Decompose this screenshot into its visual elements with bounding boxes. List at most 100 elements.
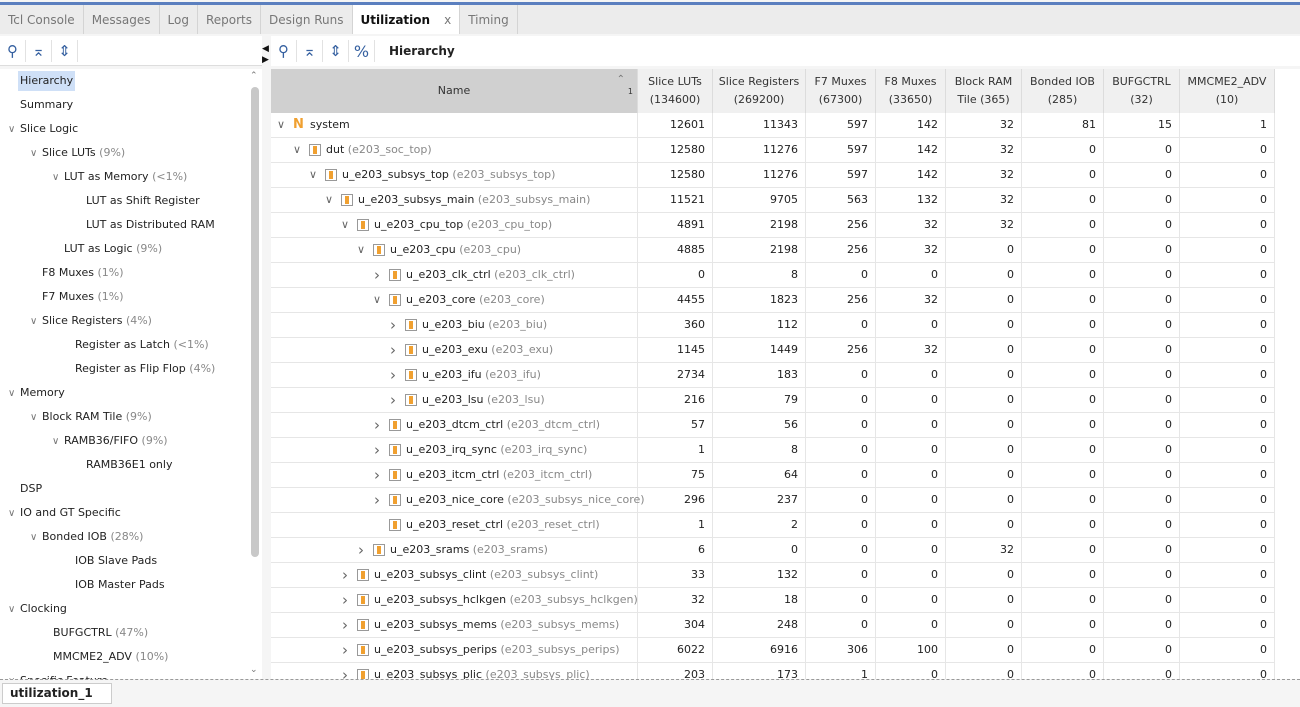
chevron-right-icon[interactable]: › [387, 338, 399, 362]
chevron-right-icon[interactable]: › [387, 313, 399, 337]
table-row[interactable]: › u_e203_subsys_mems (e203_subsys_mems) 30… [271, 613, 1275, 638]
column-header[interactable]: Slice Registers (269200) [713, 69, 806, 113]
chevron-right-icon[interactable]: › [371, 413, 383, 437]
chevron-right-icon[interactable]: › [371, 463, 383, 487]
chevron-down-icon[interactable]: ∨ [30, 144, 42, 164]
tab-timing[interactable]: Timing [460, 5, 518, 34]
tree-item[interactable]: ∨ IO and GT Specific [8, 503, 121, 523]
table-row[interactable]: ∨ u_e203_subsys_top (e203_subsys_top) 1258… [271, 163, 1275, 188]
chevron-down-icon[interactable]: ∨ [8, 384, 20, 404]
chevron-right-icon[interactable]: › [387, 388, 399, 412]
table-row[interactable]: › u_e203_clk_ctrl (e203_clk_ctrl) 0 8 0 0 0 0 0 0 [271, 263, 1275, 288]
chevron-right-icon[interactable]: › [339, 638, 351, 662]
chevron-right-icon[interactable]: › [355, 538, 367, 562]
tree-item[interactable]: IOB Slave Pads [75, 551, 157, 571]
column-header[interactable]: Block RAM Tile (365) [946, 69, 1022, 113]
tree-item[interactable]: LUT as Distributed RAM [86, 215, 215, 235]
chevron-down-icon[interactable]: ∨ [371, 288, 383, 312]
tree-item[interactable]: ∨ Slice LUTs (9%) [30, 143, 125, 163]
column-header[interactable]: F8 Muxes (33650) [876, 69, 946, 113]
table-row[interactable]: › u_e203_irq_sync (e203_irq_sync) 1 8 0 0 0 0 0 0 [271, 438, 1275, 463]
tree-item[interactable]: Register as Flip Flop (4%) [75, 359, 215, 379]
chevron-down-icon[interactable]: ∨ [30, 408, 42, 428]
table-row[interactable]: › u_e203_biu (e203_biu) 360 112 0 0 0 0 0 0 [271, 313, 1275, 338]
chevron-down-icon[interactable]: ∨ [52, 168, 64, 188]
tab-tcl-console[interactable]: Tcl Console [0, 5, 84, 34]
tab-log[interactable]: Log [160, 5, 198, 34]
chevron-down-icon[interactable]: ∨ [307, 163, 319, 187]
chevron-down-icon[interactable]: ∨ [275, 113, 287, 137]
percent-toggle-button[interactable]: % [349, 40, 375, 62]
tab-utilization[interactable]: Utilization x [352, 5, 461, 34]
tree-item[interactable]: ∨Specific Feature [8, 671, 108, 679]
panel-splitter-toggle[interactable]: ◀ ▶ [262, 44, 269, 66]
collapse-all-icon[interactable]: ⌅ [26, 39, 52, 62]
tab-utilization-1[interactable]: utilization_1 [2, 683, 112, 704]
tree-item[interactable]: F8 Muxes (1%) [42, 263, 124, 283]
table-row[interactable]: › u_e203_subsys_perips (e203_subsys_perip… [271, 638, 1275, 663]
left-scrollbar[interactable]: ⌃ ⌄ [249, 69, 261, 679]
tree-item[interactable]: ∨ Slice Logic [8, 119, 78, 139]
column-header[interactable]: MMCME2_ADV (10) [1180, 69, 1275, 113]
expand-all-icon[interactable]: ⇕ [323, 40, 349, 62]
tree-item[interactable]: ∨ Slice Registers (4%) [30, 311, 152, 331]
tree-item[interactable]: ∨ Memory [8, 383, 65, 403]
chevron-right-icon[interactable]: › [371, 263, 383, 287]
tree-item[interactable]: ∨ RAMB36/FIFO (9%) [52, 431, 168, 451]
tree-item[interactable]: F7 Muxes (1%) [42, 287, 124, 307]
tree-item[interactable]: ∨ Bonded IOB (28%) [30, 527, 143, 547]
table-row[interactable]: ∨ u_e203_cpu_top (e203_cpu_top) 4891 2198 25… [271, 213, 1275, 238]
chevron-down-icon[interactable]: ∨ [339, 213, 351, 237]
collapse-all-icon[interactable]: ⌅ [297, 40, 323, 62]
column-header[interactable]: Slice LUTs (134600) [638, 69, 713, 113]
chevron-down-icon[interactable]: ∨ [291, 138, 303, 162]
column-header[interactable]: F7 Muxes (67300) [806, 69, 876, 113]
tree-item[interactable]: Hierarchy [18, 71, 76, 91]
table-row[interactable]: › u_e203_ifu (e203_ifu) 2734 183 0 0 0 0 0 0 [271, 363, 1275, 388]
tree-item[interactable]: MMCME2_ADV (10%) [53, 647, 168, 667]
chevron-right-icon[interactable]: › [339, 663, 351, 679]
column-header[interactable]: Name ⌃ 1 [271, 69, 638, 113]
table-row[interactable]: › u_e203_lsu (e203_lsu) 216 79 0 0 0 0 0 0 [271, 388, 1275, 413]
search-icon[interactable]: ⚲ [271, 40, 297, 62]
chevron-right-icon[interactable]: › [339, 563, 351, 587]
table-row[interactable]: ∨ u_e203_cpu (e203_cpu) 4885 2198 256 32 0 0 0 0 [271, 238, 1275, 263]
tree-item[interactable]: Summary [20, 95, 73, 115]
chevron-down-icon[interactable]: ∨ [8, 672, 20, 679]
table-row[interactable]: › u_e203_subsys_plic (e203_subsys_plic) 20… [271, 663, 1275, 679]
column-header[interactable]: Bonded IOB (285) [1022, 69, 1104, 113]
table-row[interactable]: › u_e203_nice_core (e203_subsys_nice_core… [271, 488, 1275, 513]
tree-item[interactable]: ∨ Clocking [8, 599, 67, 619]
tree-item[interactable]: Register as Latch (<1%) [75, 335, 209, 355]
chevron-down-icon[interactable]: ∨ [8, 120, 20, 140]
table-row[interactable]: ∨ Nsystem 12601 11343 597 142 32 81 15 1 [271, 113, 1275, 138]
tree-item[interactable]: IOB Master Pads [75, 575, 165, 595]
table-row[interactable]: › u_e203_dtcm_ctrl (e203_dtcm_ctrl) 57 56 0 0… [271, 413, 1275, 438]
chevron-down-icon[interactable]: ∨ [52, 432, 64, 452]
tab-design-runs[interactable]: Design Runs [261, 5, 353, 34]
chevron-right-icon[interactable]: › [339, 613, 351, 637]
tree-item[interactable]: RAMB36E1 only [86, 455, 172, 475]
chevron-right-icon[interactable]: › [371, 438, 383, 462]
chevron-down-icon[interactable]: ∨ [355, 238, 367, 262]
expand-all-icon[interactable]: ⇕ [52, 39, 78, 62]
table-row[interactable]: u_e203_reset_ctrl (e203_reset_ctrl) 1 2 0 0 0… [271, 513, 1275, 538]
table-row[interactable]: › u_e203_srams (e203_srams) 6 0 0 0 32 0 0 0 [271, 538, 1275, 563]
chevron-down-icon[interactable]: ∨ [30, 312, 42, 332]
table-row[interactable]: ∨ u_e203_subsys_main (e203_subsys_main) 11… [271, 188, 1275, 213]
tree-item[interactable]: ∨ Block RAM Tile (9%) [30, 407, 152, 427]
table-row[interactable]: › u_e203_itcm_ctrl (e203_itcm_ctrl) 75 64 0 0… [271, 463, 1275, 488]
chevron-right-icon[interactable]: › [387, 363, 399, 387]
chevron-down-icon[interactable]: ∨ [8, 504, 20, 524]
chevron-down-icon[interactable]: ∨ [323, 188, 335, 212]
search-icon[interactable]: ⚲ [0, 39, 26, 62]
table-row[interactable]: ∨ dut (e203_soc_top) 12580 11276 597 142 32 0 0 0 [271, 138, 1275, 163]
tree-item[interactable]: BUFGCTRL (47%) [53, 623, 148, 643]
column-header[interactable]: BUFGCTRL (32) [1104, 69, 1180, 113]
table-row[interactable]: › u_e203_subsys_hclkgen (e203_subsys_hclk… [271, 588, 1275, 613]
tree-item[interactable]: DSP [20, 479, 42, 499]
tree-item[interactable]: LUT as Logic (9%) [64, 239, 162, 259]
tree-item[interactable]: LUT as Shift Register [86, 191, 200, 211]
table-row[interactable]: ∨ u_e203_core (e203_core) 4455 1823 256 32 0 0 0… [271, 288, 1275, 313]
close-icon[interactable]: x [444, 13, 451, 27]
